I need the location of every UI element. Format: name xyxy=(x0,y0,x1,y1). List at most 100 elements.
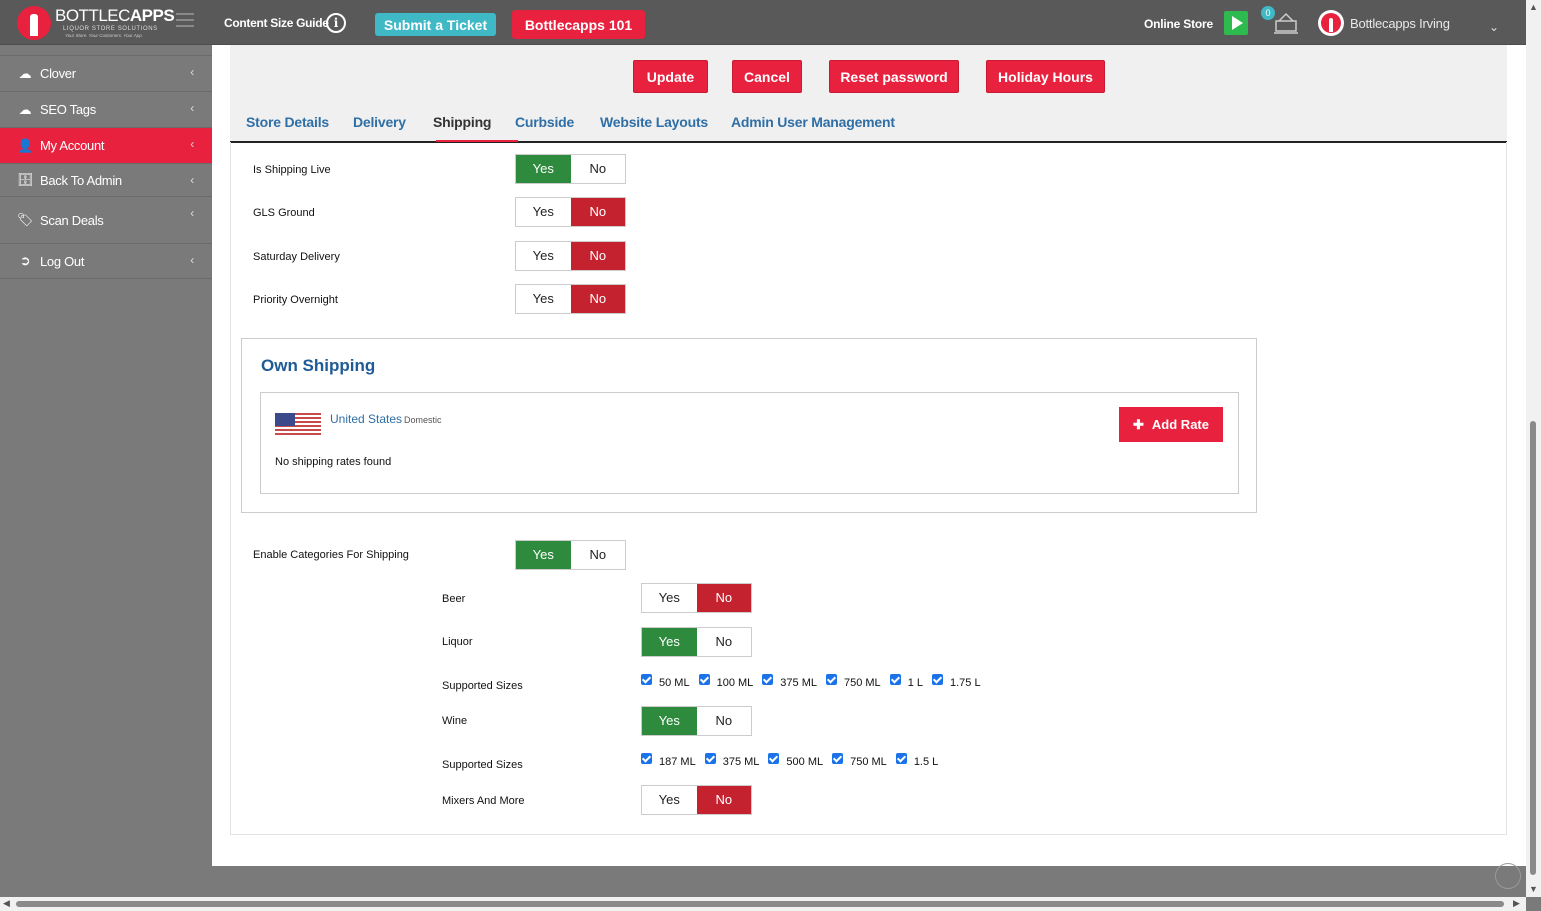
sidebar-item-my-account[interactable]: 👤 My Account ‹ xyxy=(0,127,212,163)
toggle-no[interactable]: No xyxy=(570,198,625,226)
sidebar-item-back-to-admin[interactable]: 🗄 Back To Admin ‹ xyxy=(0,163,212,196)
play-store-icon[interactable] xyxy=(1224,11,1248,35)
liquor-toggle[interactable]: Yes No xyxy=(641,627,752,657)
toggle-no[interactable]: No xyxy=(696,786,751,814)
priority-overnight-toggle[interactable]: Yes No xyxy=(515,284,626,314)
toggle-no[interactable]: No xyxy=(570,242,625,270)
wine-toggle[interactable]: Yes No xyxy=(641,706,752,736)
size-checkbox[interactable]: 750 ML xyxy=(832,752,887,768)
sidebar-item-scan-deals[interactable]: 🏷 Scan Deals ‹ xyxy=(0,196,212,243)
add-rate-button[interactable]: ✚ Add Rate xyxy=(1119,407,1223,442)
cancel-button[interactable]: Cancel xyxy=(732,60,802,93)
sidebar-item-clover[interactable]: ☁ Clover ‹ xyxy=(0,55,212,91)
toggle-yes[interactable]: Yes xyxy=(642,584,697,612)
size-checkbox[interactable]: 1.75 L xyxy=(931,673,981,689)
checkbox-checked-icon[interactable] xyxy=(895,752,907,764)
enable-categories-label: Enable Categories For Shipping xyxy=(253,549,409,561)
country-link[interactable]: United States Domestic xyxy=(330,412,442,426)
scroll-down-icon[interactable]: ▼ xyxy=(1529,884,1538,894)
mixers-label: Mixers And More xyxy=(442,795,525,807)
toggle-no[interactable]: No xyxy=(571,541,626,569)
toggle-yes[interactable]: Yes xyxy=(516,242,571,270)
user-icon: 👤 xyxy=(17,137,33,153)
tab-website-layouts[interactable]: Website Layouts xyxy=(600,114,708,130)
wine-label: Wine xyxy=(442,715,468,727)
store-avatar[interactable] xyxy=(1318,10,1344,36)
is-shipping-live-toggle[interactable]: Yes No xyxy=(515,154,626,184)
horizontal-scroll-thumb[interactable] xyxy=(16,901,1504,907)
size-checkbox[interactable]: 187 ML xyxy=(641,752,696,768)
checkbox-checked-icon[interactable] xyxy=(641,673,652,685)
checkbox-checked-icon[interactable] xyxy=(641,752,652,764)
mixers-toggle[interactable]: Yes No xyxy=(641,785,752,815)
tab-delivery[interactable]: Delivery xyxy=(353,114,406,130)
gls-ground-label: GLS Ground xyxy=(253,207,315,219)
enable-categories-toggle[interactable]: Yes No xyxy=(515,540,626,570)
checkbox-checked-icon[interactable] xyxy=(931,673,943,685)
scroll-to-top-icon[interactable] xyxy=(1495,863,1521,889)
vertical-scroll-thumb[interactable] xyxy=(1530,421,1536,875)
scroll-up-icon[interactable]: ▲ xyxy=(1529,2,1538,12)
sidebar-item-log-out[interactable]: ➲ Log Out ‹ xyxy=(0,243,212,279)
saturday-delivery-label: Saturday Delivery xyxy=(253,251,340,263)
settings-tabs: Store Details Delivery Shipping Curbside… xyxy=(230,100,1507,143)
checkbox-checked-icon[interactable] xyxy=(698,673,710,685)
checkbox-checked-icon[interactable] xyxy=(768,752,780,764)
store-name[interactable]: Bottlecapps Irving xyxy=(1350,16,1450,31)
toggle-yes[interactable]: Yes xyxy=(642,628,697,656)
toggle-yes[interactable]: Yes xyxy=(516,198,571,226)
toggle-yes[interactable]: Yes xyxy=(516,285,571,313)
gls-ground-toggle[interactable]: Yes No xyxy=(515,197,626,227)
sidebar-item-label: Scan Deals xyxy=(40,212,104,228)
tab-store-details[interactable]: Store Details xyxy=(246,114,329,130)
toggle-no[interactable]: No xyxy=(696,584,751,612)
chevron-down-icon[interactable]: ⌄ xyxy=(1489,20,1499,34)
checkbox-checked-icon[interactable] xyxy=(825,673,837,685)
notification-bell-icon[interactable] xyxy=(1272,9,1300,37)
size-checkbox[interactable]: 750 ML xyxy=(825,673,881,689)
wine-sizes-group: 187 ML 375 ML 500 ML 750 ML 1.5 L xyxy=(641,752,947,768)
sidebar-item-seo-tags[interactable]: ☁ SEO Tags ‹ xyxy=(0,91,212,127)
size-checkbox[interactable]: 100 ML xyxy=(698,673,753,689)
beer-toggle[interactable]: Yes No xyxy=(641,583,752,613)
toggle-yes[interactable]: Yes xyxy=(642,786,697,814)
horizontal-scrollbar[interactable]: ◀ ▶ xyxy=(0,897,1526,911)
info-icon[interactable]: i xyxy=(326,13,346,33)
content-size-guide-link[interactable]: Content Size Guide xyxy=(224,16,329,30)
submit-ticket-button[interactable]: Submit a Ticket xyxy=(375,13,496,36)
scroll-left-icon[interactable]: ◀ xyxy=(3,898,10,909)
checkbox-checked-icon[interactable] xyxy=(704,752,716,764)
toggle-no[interactable]: No xyxy=(570,285,625,313)
main-panel: Update Cancel Reset password Holiday Hou… xyxy=(212,45,1526,866)
toggle-no[interactable]: No xyxy=(697,628,752,656)
toggle-yes[interactable]: Yes xyxy=(516,155,571,183)
liquor-sizes-label: Supported Sizes xyxy=(442,680,523,692)
size-checkbox[interactable]: 50 ML xyxy=(641,673,690,689)
checkbox-checked-icon[interactable] xyxy=(762,673,774,685)
saturday-delivery-toggle[interactable]: Yes No xyxy=(515,241,626,271)
update-button[interactable]: Update xyxy=(633,60,708,93)
bottlecapps-logo[interactable]: BOTTLECAPPS LIQUOR STORE SOLUTIONS Your … xyxy=(17,4,175,42)
toggle-no[interactable]: No xyxy=(571,155,626,183)
checkbox-checked-icon[interactable] xyxy=(832,752,844,764)
toggle-yes[interactable]: Yes xyxy=(516,541,571,569)
size-checkbox[interactable]: 375 ML xyxy=(704,752,759,768)
bottlecapps-101-button[interactable]: Bottlecapps 101 xyxy=(512,10,645,39)
size-checkbox[interactable]: 1 L xyxy=(889,673,923,689)
holiday-hours-button[interactable]: Holiday Hours xyxy=(986,60,1105,93)
size-checkbox[interactable]: 1.5 L xyxy=(895,752,938,768)
toggle-no[interactable]: No xyxy=(697,707,752,735)
chevron-left-icon: ‹ xyxy=(190,101,194,115)
tab-curbside[interactable]: Curbside xyxy=(515,114,574,130)
plus-icon: ✚ xyxy=(1133,416,1144,432)
scroll-right-icon[interactable]: ▶ xyxy=(1513,898,1520,909)
menu-toggle-icon[interactable] xyxy=(176,13,194,27)
tab-shipping[interactable]: Shipping xyxy=(433,114,491,130)
size-checkbox[interactable]: 375 ML xyxy=(762,673,817,689)
toggle-yes[interactable]: Yes xyxy=(642,707,697,735)
vertical-scrollbar[interactable]: ▲ ▼ xyxy=(1526,0,1541,897)
tab-admin-user-management[interactable]: Admin User Management xyxy=(731,114,895,130)
size-checkbox[interactable]: 500 ML xyxy=(768,752,823,768)
checkbox-checked-icon[interactable] xyxy=(889,673,901,685)
reset-password-button[interactable]: Reset password xyxy=(829,60,959,93)
